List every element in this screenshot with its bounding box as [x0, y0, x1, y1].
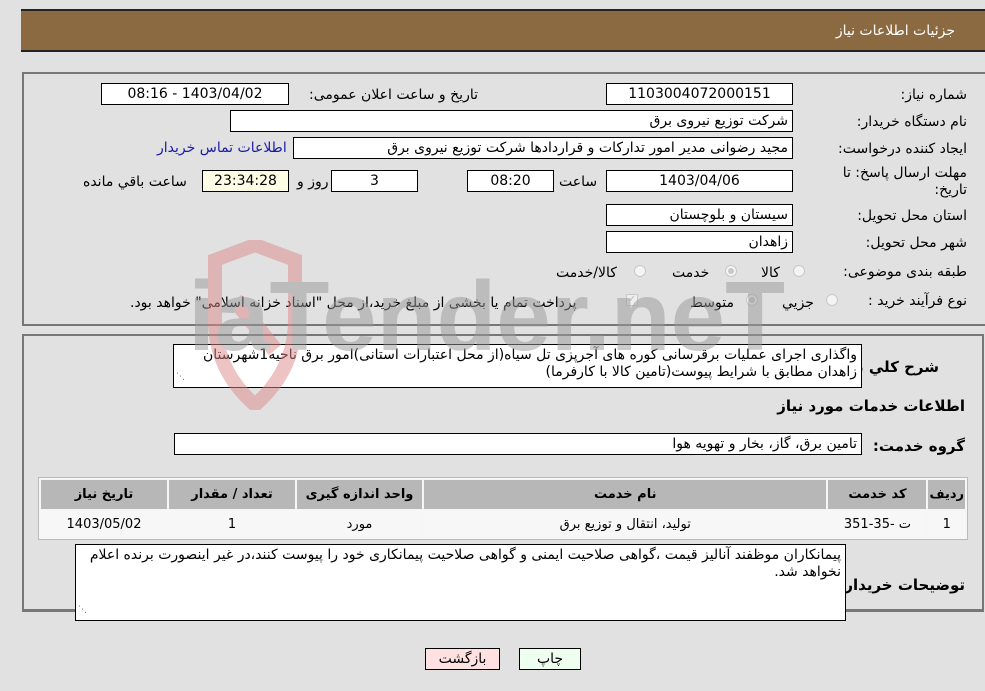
category-radio-goods[interactable] — [793, 265, 805, 277]
deadline-time-field[interactable]: 08:20 — [467, 170, 554, 192]
col-header-quantity: تعداد / مقدار — [169, 480, 295, 509]
buyer-notes-textarea[interactable]: پیمانکاران موظفند آنالیز قیمت ،گواهی صلا… — [75, 544, 846, 621]
page-header: جزئیات اطلاعات نیاز — [21, 9, 985, 52]
table-row: 1 ت -35-351 تولید، انتقال و توزیع برق مو… — [41, 511, 965, 537]
days-field[interactable]: 3 — [331, 170, 418, 192]
requester-field[interactable]: مجید رضوانی مدیر امور تدارکات و قرارداده… — [293, 137, 793, 159]
description-textarea[interactable]: واگذاری اجرای عملیات برقرسانی کوره های آ… — [173, 344, 862, 388]
buyer-org-field[interactable]: شرکت توزیع نیروی برق — [230, 110, 793, 132]
col-header-need-date: تاریخ نیاز — [41, 480, 167, 509]
buyer-notes-label: توضیحات خریدار: — [838, 576, 965, 594]
purchase-type-label: نوع فرآیند خرید : — [868, 293, 967, 309]
category-label: طبقه بندی موضوعی: — [843, 264, 967, 280]
description-text: واگذاری اجرای عملیات برقرسانی کوره های آ… — [202, 347, 857, 380]
page-title: جزئیات اطلاعات نیاز — [835, 23, 955, 39]
category-option-service: خدمت — [672, 265, 710, 281]
resize-grip-icon[interactable]: ⋰ — [78, 602, 87, 619]
treasury-checkbox-label: پرداخت تمام یا بخشی از مبلغ خرید،از محل … — [130, 295, 577, 311]
deadline-label-line2: تاریخ: — [934, 182, 967, 198]
city-label: شهر محل تحویل: — [865, 235, 967, 251]
col-header-unit: واحد اندازه گیری — [297, 480, 422, 509]
need-number-field[interactable]: 1103004072000151 — [606, 83, 793, 105]
service-group-label: گروه خدمت: — [872, 437, 965, 455]
city-field[interactable]: زاهدان — [606, 231, 793, 253]
cell-need-date: 1403/05/02 — [41, 511, 167, 537]
buyer-contact-link[interactable]: اطلاعات تماس خریدار — [157, 140, 287, 156]
purchase-radio-medium[interactable] — [746, 294, 758, 306]
category-radio-goods-service[interactable] — [634, 265, 646, 277]
table-header-row: ردیف کد خدمت نام خدمت واحد اندازه گیری ت… — [41, 480, 965, 509]
category-radio-service[interactable] — [725, 265, 737, 277]
purchase-option-minor: جزیي — [782, 295, 814, 311]
service-group-field[interactable]: تامین برق، گاز، بخار و تهویه هوا — [174, 433, 862, 455]
cell-service-name: تولید، انتقال و توزیع برق — [424, 511, 827, 537]
deadline-label-line1: مهلت ارسال پاسخ: تا — [842, 165, 967, 181]
remaining-label: ساعت باقي مانده — [83, 174, 187, 190]
col-header-service-code: کد خدمت — [828, 480, 927, 509]
requester-label: ایجاد کننده درخواست: — [838, 141, 967, 157]
announce-field[interactable]: 1403/04/02 - 08:16 — [101, 83, 289, 105]
print-button[interactable]: چاپ — [519, 648, 581, 670]
remaining-time-field: 23:34:28 — [202, 170, 289, 192]
cell-quantity: 1 — [169, 511, 295, 537]
category-option-goods: کالا — [761, 265, 780, 281]
announce-label: تاریخ و ساعت اعلان عمومی: — [309, 87, 478, 103]
purchase-option-medium: متوسط — [690, 295, 734, 311]
buyer-org-label: نام دستگاه خریدار: — [856, 114, 967, 130]
deadline-date-field[interactable]: 1403/04/06 — [606, 170, 793, 192]
cell-unit: مورد — [297, 511, 422, 537]
purchase-radio-minor[interactable] — [826, 294, 838, 306]
col-header-row-number: ردیف — [928, 480, 965, 509]
deadline-time-label: ساعت — [559, 174, 598, 190]
buyer-notes-text: پیمانکاران موظفند آنالیز قیمت ،گواهی صلا… — [89, 547, 841, 580]
days-label: روز و — [297, 174, 329, 190]
treasury-checkbox[interactable]: ✓ — [626, 294, 638, 306]
services-title: اطلاعات خدمات مورد نیاز — [777, 397, 965, 415]
services-table: ردیف کد خدمت نام خدمت واحد اندازه گیری ت… — [38, 477, 968, 540]
category-option-goods-service: کالا/خدمت — [556, 265, 617, 281]
cell-service-code: ت -35-351 — [828, 511, 927, 537]
back-button[interactable]: بازگشت — [425, 648, 500, 670]
need-number-label: شماره نیاز: — [900, 87, 968, 103]
province-field[interactable]: سیستان و بلوچستان — [606, 204, 793, 226]
cell-row-number: 1 — [928, 511, 965, 537]
province-label: استان محل تحویل: — [857, 208, 967, 224]
resize-grip-icon[interactable]: ⋰ — [176, 369, 185, 386]
col-header-service-name: نام خدمت — [424, 480, 827, 509]
